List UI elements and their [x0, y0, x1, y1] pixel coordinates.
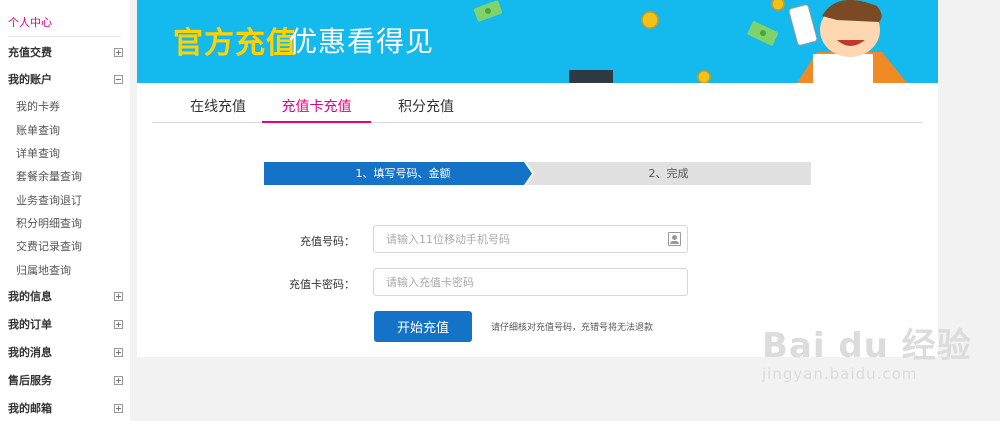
money-bill-icon — [747, 21, 778, 46]
step-complete: 2、完成 — [526, 162, 811, 185]
sidebar-item-after-sales[interactable]: 售后服务 — [8, 371, 123, 389]
card-password-input[interactable] — [374, 269, 654, 295]
watermark-url: jingyan.baidu.com — [762, 365, 918, 383]
sidebar-item-label: 我的信息 — [8, 290, 52, 303]
sidebar-subitem-services[interactable]: 业务查询退订 — [16, 191, 116, 209]
banner-illustration — [473, 0, 907, 83]
sidebar-item-recharge[interactable]: 充值交费 — [8, 43, 123, 61]
sidebar-item-label: 充值交费 — [8, 46, 52, 59]
expand-plus-icon[interactable] — [114, 403, 123, 413]
sidebar-item-label: 我的消息 — [8, 346, 52, 359]
main-panel: 官方充值 优惠看得见 在线充值 充值卡充值 积分充值 2、完成 1、填写号码、金… — [137, 0, 938, 357]
expand-plus-icon[interactable] — [114, 319, 123, 329]
progress-steps: 2、完成 1、填写号码、金额 — [264, 162, 811, 185]
card-password-label: 充值卡密码： — [289, 278, 355, 291]
expand-plus-icon[interactable] — [114, 291, 123, 301]
sidebar-subitem-bill[interactable]: 账单查询 — [16, 121, 116, 139]
phone-label: 充值号码： — [300, 235, 355, 248]
start-recharge-button[interactable]: 开始充值 — [374, 311, 472, 342]
sidebar-item-label: 我的账户 — [8, 73, 52, 86]
sidebar-item-my-messages[interactable]: 我的消息 — [8, 343, 123, 361]
watermark-main: Bai du 经验 — [762, 326, 972, 366]
sidebar-title[interactable]: 个人中心 — [8, 14, 52, 30]
sidebar-subitem-details[interactable]: 详单查询 — [16, 144, 116, 162]
laptop-shape — [569, 70, 613, 83]
sidebar-subitem-location[interactable]: 归属地查询 — [16, 261, 116, 279]
sidebar-subitem-package-balance[interactable]: 套餐余量查询 — [16, 167, 116, 185]
promo-banner: 官方充值 优惠看得见 — [137, 0, 938, 83]
coin-icon — [771, 0, 785, 11]
divider — [8, 36, 121, 37]
tab-points-recharge[interactable]: 积分充值 — [382, 94, 470, 123]
sidebar-item-label: 我的邮箱 — [8, 402, 52, 415]
sidebar-item-my-orders[interactable]: 我的订单 — [8, 315, 123, 333]
step-fill-number-amount: 1、填写号码、金额 — [264, 162, 532, 185]
cartoon-man-illustration — [788, 0, 907, 83]
baidu-jingyan-watermark: Bai du 经验 jingyan.baidu.com — [762, 318, 972, 383]
sidebar-subitem-payment-records[interactable]: 交费记录查询 — [16, 237, 116, 255]
hint-text: 请仔细核对充值号码，充错号将无法退款 — [491, 323, 654, 333]
sidebar: 个人中心 充值交费 我的账户 我的卡券 账单查询 详单查询 套餐余量查询 业务查… — [0, 0, 130, 421]
coin-icon — [697, 70, 711, 83]
expand-plus-icon[interactable] — [114, 375, 123, 385]
contact-book-icon[interactable] — [668, 232, 681, 246]
card-password-field-wrapper — [373, 268, 688, 296]
phone-input[interactable] — [374, 226, 654, 252]
expand-plus-icon[interactable] — [114, 347, 123, 357]
money-bill-icon — [473, 0, 503, 22]
sidebar-item-my-mailbox[interactable]: 我的邮箱 — [8, 399, 123, 417]
sidebar-subitem-coupons[interactable]: 我的卡券 — [16, 97, 116, 115]
sidebar-item-label: 我的订单 — [8, 318, 52, 331]
tab-online-recharge[interactable]: 在线充值 — [174, 94, 262, 123]
sidebar-item-label: 售后服务 — [8, 374, 52, 387]
sidebar-subitem-points[interactable]: 积分明细查询 — [16, 214, 116, 232]
collapse-minus-icon[interactable] — [114, 74, 123, 84]
coin-icon — [641, 11, 659, 29]
phone-field-wrapper — [373, 225, 688, 253]
sidebar-item-my-account[interactable]: 我的账户 — [8, 70, 123, 88]
tab-card-recharge[interactable]: 充值卡充值 — [262, 94, 371, 123]
sidebar-item-my-info[interactable]: 我的信息 — [8, 287, 123, 305]
expand-plus-icon[interactable] — [114, 47, 123, 57]
recharge-tabs: 在线充值 充值卡充值 积分充值 — [152, 94, 922, 123]
